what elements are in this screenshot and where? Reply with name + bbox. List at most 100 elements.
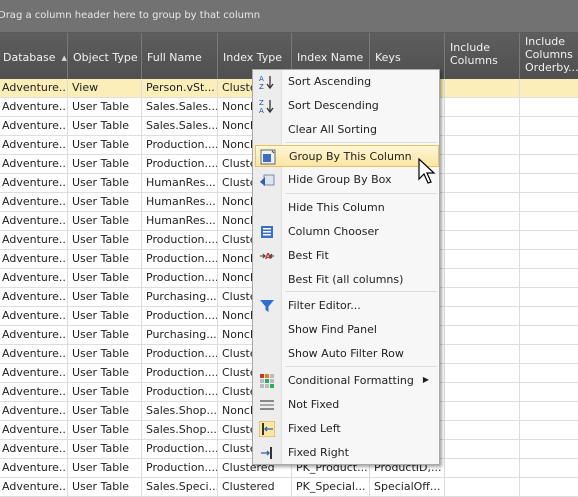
menu-item-sort-ascending[interactable]: A Z Sort Ascending — [255, 71, 439, 93]
table-cell[interactable] — [445, 155, 520, 173]
table-cell[interactable]: User Table — [68, 155, 142, 173]
table-cell[interactable] — [445, 364, 520, 382]
table-cell[interactable]: User Table — [68, 421, 142, 439]
group-by-panel[interactable]: Drag a column header here to group by th… — [0, 0, 578, 33]
table-cell[interactable] — [520, 383, 578, 401]
table-cell[interactable]: Sales.Shop... — [142, 421, 218, 439]
table-cell[interactable]: User Table — [68, 288, 142, 306]
table-cell[interactable]: User Table — [68, 326, 142, 344]
table-cell[interactable]: User Table — [68, 174, 142, 192]
table-cell[interactable] — [445, 307, 520, 325]
table-cell[interactable]: User Table — [68, 250, 142, 268]
table-cell[interactable]: Production.... — [142, 250, 218, 268]
table-cell[interactable]: Production.... — [142, 459, 218, 477]
menu-item-fixed-left[interactable]: Fixed Left — [255, 418, 439, 440]
table-cell[interactable] — [445, 98, 520, 116]
table-cell[interactable] — [445, 136, 520, 154]
table-cell[interactable] — [520, 326, 578, 344]
table-cell[interactable]: User Table — [68, 98, 142, 116]
table-cell[interactable]: HumanRes... — [142, 212, 218, 230]
table-row[interactable]: Adventure... User Table Sales.Speci... Clus… — [0, 478, 578, 497]
table-cell[interactable]: Production.... — [142, 269, 218, 287]
table-cell[interactable] — [520, 421, 578, 439]
table-cell[interactable] — [520, 250, 578, 268]
table-cell[interactable]: Production.... — [142, 345, 218, 363]
table-cell[interactable]: User Table — [68, 478, 142, 496]
table-cell[interactable] — [520, 117, 578, 135]
table-cell[interactable]: Adventure... — [0, 326, 68, 344]
table-cell[interactable]: HumanRes... — [142, 174, 218, 192]
table-cell[interactable] — [445, 440, 520, 458]
table-cell[interactable]: Adventure... — [0, 421, 68, 439]
menu-item-show-auto-filter-row[interactable]: Show Auto Filter Row — [255, 343, 439, 365]
table-cell[interactable] — [520, 402, 578, 420]
table-cell[interactable] — [520, 269, 578, 287]
table-cell[interactable]: Production.... — [142, 364, 218, 382]
menu-item-hide-this-column[interactable]: Hide This Column — [255, 197, 439, 219]
table-cell[interactable]: User Table — [68, 402, 142, 420]
table-cell[interactable] — [520, 288, 578, 306]
table-cell[interactable]: PK_Special... — [292, 478, 370, 496]
table-cell[interactable] — [445, 174, 520, 192]
table-cell[interactable] — [520, 440, 578, 458]
table-cell[interactable] — [520, 155, 578, 173]
table-cell[interactable] — [445, 193, 520, 211]
table-cell[interactable]: User Table — [68, 383, 142, 401]
table-cell[interactable]: Adventure... — [0, 383, 68, 401]
table-cell[interactable] — [445, 421, 520, 439]
table-cell[interactable]: Person.vSt... — [142, 79, 218, 97]
table-cell[interactable]: Production.... — [142, 307, 218, 325]
table-cell[interactable]: Adventure... — [0, 478, 68, 496]
table-cell[interactable]: User Table — [68, 117, 142, 135]
table-cell[interactable] — [445, 79, 520, 97]
menu-item-group-by-this-column[interactable]: Group By This Column — [255, 145, 439, 167]
column-header-include-columns[interactable]: Include Columns — [445, 33, 520, 79]
table-cell[interactable]: Sales.Speci... — [142, 478, 218, 496]
table-cell[interactable]: Adventure... — [0, 345, 68, 363]
table-cell[interactable] — [520, 307, 578, 325]
table-cell[interactable]: Sales.Sales... — [142, 98, 218, 116]
table-cell[interactable] — [445, 459, 520, 477]
table-cell[interactable]: Adventure... — [0, 193, 68, 211]
table-cell[interactable]: User Table — [68, 231, 142, 249]
table-cell[interactable]: Adventure... — [0, 269, 68, 287]
table-cell[interactable] — [520, 79, 578, 97]
table-cell[interactable]: Adventure... — [0, 307, 68, 325]
table-cell[interactable] — [520, 212, 578, 230]
table-cell[interactable]: User Table — [68, 307, 142, 325]
table-cell[interactable]: User Table — [68, 440, 142, 458]
table-cell[interactable] — [445, 117, 520, 135]
table-cell[interactable]: Sales.Shop... — [142, 402, 218, 420]
table-cell[interactable] — [520, 136, 578, 154]
table-cell[interactable] — [445, 383, 520, 401]
table-cell[interactable] — [445, 288, 520, 306]
table-cell[interactable]: Purchasing.... — [142, 288, 218, 306]
table-cell[interactable]: Adventure... — [0, 459, 68, 477]
menu-item-clear-all-sorting[interactable]: Clear All Sorting — [255, 119, 439, 141]
table-cell[interactable]: User Table — [68, 193, 142, 211]
menu-item-column-chooser[interactable]: Column Chooser — [255, 221, 439, 243]
table-cell[interactable]: User Table — [68, 269, 142, 287]
table-cell[interactable]: Production.... — [142, 136, 218, 154]
table-cell[interactable]: User Table — [68, 364, 142, 382]
table-cell[interactable] — [520, 478, 578, 496]
table-cell[interactable]: HumanRes... — [142, 193, 218, 211]
table-cell[interactable]: User Table — [68, 345, 142, 363]
menu-item-hide-group-by-box[interactable]: Hide Group By Box — [255, 169, 439, 191]
menu-item-filter-editor[interactable]: Filter Editor... — [255, 295, 439, 317]
table-cell[interactable]: Adventure... — [0, 155, 68, 173]
table-cell[interactable]: Production.... — [142, 155, 218, 173]
table-cell[interactable]: User Table — [68, 136, 142, 154]
table-cell[interactable] — [445, 326, 520, 344]
table-cell[interactable]: Clustered — [218, 478, 292, 496]
table-cell[interactable]: Adventure... — [0, 136, 68, 154]
table-cell[interactable]: Adventure... — [0, 402, 68, 420]
table-cell[interactable] — [445, 231, 520, 249]
table-cell[interactable]: Production.... — [142, 383, 218, 401]
table-cell[interactable] — [445, 212, 520, 230]
menu-item-fixed-right[interactable]: Fixed Right — [255, 442, 439, 464]
table-cell[interactable]: User Table — [68, 459, 142, 477]
table-cell[interactable] — [445, 345, 520, 363]
menu-item-sort-descending[interactable]: Z A Sort Descending — [255, 95, 439, 117]
table-cell[interactable] — [520, 364, 578, 382]
